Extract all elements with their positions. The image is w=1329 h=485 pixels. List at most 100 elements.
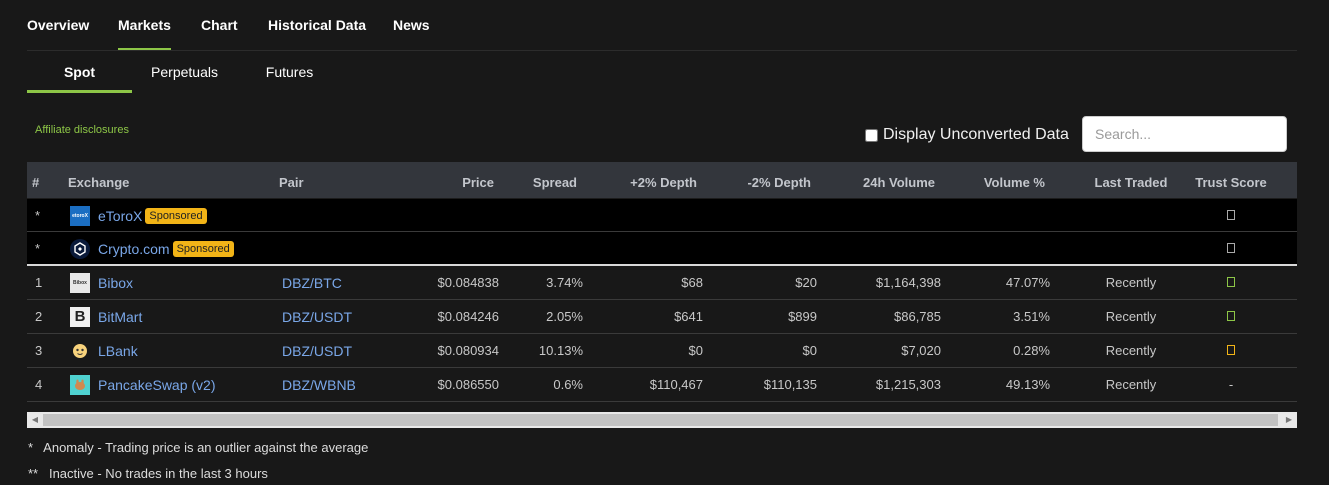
trust-score-cell [1221,199,1241,233]
table-row[interactable]: 4 PancakeSwap (v2) DBZ/WBNB $0.086550 0.… [27,368,1297,402]
pair-link[interactable]: DBZ/WBNB [282,368,356,402]
volume-pct-cell: 3.51% [1013,309,1050,324]
col-price[interactable]: Price [414,162,494,204]
spread-cell: 2.05% [546,309,583,324]
bibox-logo-icon: Bibox [70,272,90,293]
trust-score-yellow-icon [1227,345,1235,355]
unconverted-data-label: Display Unconverted Data [883,126,1069,143]
spread-cell: 10.13% [538,343,583,358]
last-traded-cell: Recently [1105,377,1157,392]
pair-link[interactable]: DBZ/USDT [282,300,352,334]
col-pair[interactable]: Pair [279,162,304,204]
price-cell: $0.086550 [437,377,499,392]
exchange-cell: Crypto.com Sponsored [70,232,234,265]
lbank-logo-icon [70,341,90,361]
subtab-spot[interactable]: Spot [27,52,132,93]
market-type-tab-bar: Spot Perpetuals Futures [27,52,1297,93]
exchange-name[interactable]: eToroX [98,199,142,233]
depth-minus-cell: $899 [788,309,817,324]
sponsored-row[interactable]: * Crypto.com Sponsored [27,232,1297,266]
trust-score-cell [1221,266,1241,300]
table-row[interactable]: 1 Bibox Bibox DBZ/BTC $0.084838 3.74% $6… [27,266,1297,300]
pair-link[interactable]: DBZ/USDT [282,334,352,368]
price-cell: $0.084838 [437,275,499,290]
inactive-note: ** Inactive - No trades in the last 3 ho… [28,466,268,481]
last-traded-cell: Recently [1105,275,1157,290]
sponsored-badge: Sponsored [172,240,234,257]
trust-score-cell: - [1228,377,1234,392]
row-num: 1 [35,275,43,290]
row-num: 4 [35,377,43,392]
depth-plus-cell: $110,467 [649,377,703,392]
col-depth-minus[interactable]: -2% Depth [711,162,811,204]
search-input[interactable] [1082,116,1287,152]
volume-cell: $1,164,398 [875,275,941,290]
horizontal-scrollbar[interactable]: ◀ ▶ [27,412,1297,428]
depth-plus-cell: $68 [681,275,703,290]
scroll-right-arrow-icon[interactable]: ▶ [1281,412,1297,428]
last-traded-cell: Recently [1105,343,1157,358]
sponsored-badge: Sponsored [145,207,207,224]
pancakeswap-logo-icon [70,374,90,395]
exchange-name[interactable]: LBank [98,334,138,368]
exchange-name[interactable]: Bibox [98,266,133,300]
col-num[interactable]: # [32,162,39,204]
col-24h-volume[interactable]: 24h Volume [835,162,935,204]
tab-overview[interactable]: Overview [27,17,89,33]
row-num: * [35,241,41,256]
trust-score-icon [1227,243,1235,253]
depth-plus-cell: $641 [674,309,703,324]
volume-cell: $1,215,303 [875,377,941,392]
affiliate-disclosures-link[interactable]: Affiliate disclosures [35,124,129,136]
subtab-futures[interactable]: Futures [237,52,342,90]
scroll-left-arrow-icon[interactable]: ◀ [27,412,43,428]
exchange-name[interactable]: BitMart [98,300,142,334]
etorox-logo-icon: etoroX [70,205,90,226]
last-traded-cell: Recently [1105,309,1157,324]
trust-score-icon [1227,210,1235,220]
trust-score-cell [1221,300,1241,334]
col-volume-pct[interactable]: Volume % [945,162,1045,204]
table-row[interactable]: 2 B BitMart DBZ/USDT $0.084246 2.05% $64… [27,300,1297,334]
markets-table: # Exchange Pair Price Spread +2% Depth -… [27,162,1297,402]
volume-cell: $7,020 [901,343,941,358]
col-trust-score[interactable]: Trust Score [1191,162,1271,204]
row-num: 2 [35,309,43,324]
spread-cell: 0.6% [553,377,583,392]
crypto-com-logo-icon [70,238,90,259]
row-num: 3 [35,343,43,358]
sponsored-row[interactable]: * etoroX eToroX Sponsored [27,199,1297,232]
tab-historical-data[interactable]: Historical Data [268,17,366,33]
anomaly-note: * Anomaly - Trading price is an outlier … [28,440,369,455]
trust-score-cell [1221,232,1241,266]
col-spread[interactable]: Spread [497,162,577,204]
subtab-perpetuals[interactable]: Perpetuals [132,52,237,90]
scrollbar-thumb[interactable] [43,414,1278,426]
table-row[interactable]: 3 LBank DBZ/USDT $0.080934 10.13% $0 $0 … [27,334,1297,368]
col-last-traded[interactable]: Last Traded [1086,162,1176,204]
exchange-cell: B BitMart [70,300,142,333]
exchange-name[interactable]: PancakeSwap (v2) [98,368,216,402]
col-depth-plus[interactable]: +2% Depth [597,162,697,204]
tab-news[interactable]: News [393,17,430,33]
exchange-name[interactable]: Crypto.com [98,232,170,266]
volume-pct-cell: 49.13% [1005,377,1050,392]
depth-minus-cell: $20 [795,275,817,290]
depth-plus-cell: $0 [688,343,703,358]
unconverted-data-toggle[interactable]: Display Unconverted Data [865,126,1069,144]
trust-score-cell [1221,334,1241,368]
bitmart-logo-icon: B [70,306,90,327]
price-cell: $0.084246 [437,309,499,324]
exchange-cell: etoroX eToroX Sponsored [70,199,207,232]
unconverted-data-checkbox[interactable] [865,128,878,142]
tab-markets[interactable]: Markets [118,17,171,50]
spread-cell: 3.74% [546,275,583,290]
row-num: * [35,208,41,223]
pair-link[interactable]: DBZ/BTC [282,266,342,300]
tab-chart[interactable]: Chart [201,17,238,33]
exchange-cell: Bibox Bibox [70,266,133,299]
volume-pct-cell: 47.07% [1005,275,1050,290]
depth-minus-cell: $110,135 [763,377,817,392]
table-header: # Exchange Pair Price Spread +2% Depth -… [27,162,1297,199]
exchange-cell: LBank [70,334,138,367]
